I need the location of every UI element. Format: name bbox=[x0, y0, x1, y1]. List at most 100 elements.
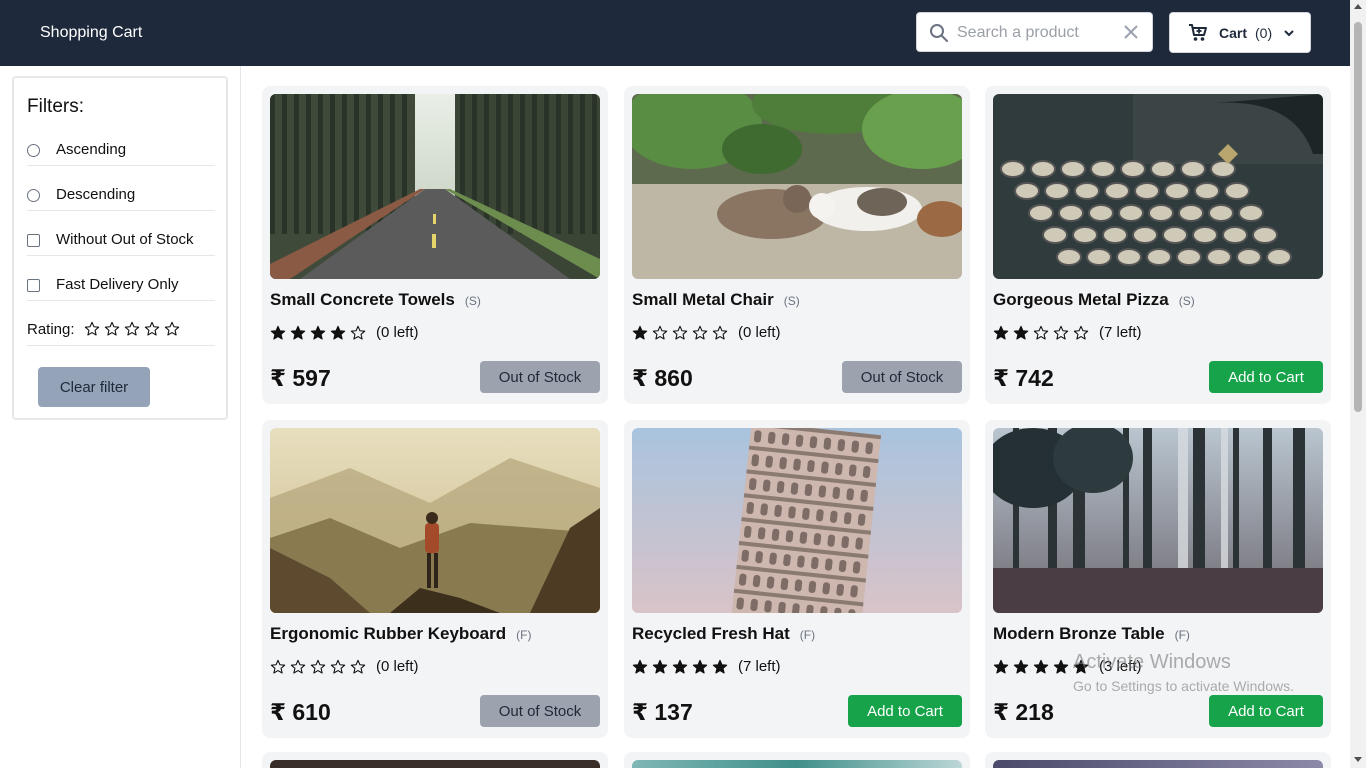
product-card: Modern Bronze Table (F) (3 left) ₹ 218 Ad… bbox=[985, 420, 1331, 738]
delivery-tag: (F) bbox=[799, 628, 816, 642]
product-card-partial bbox=[985, 752, 1331, 768]
rating-filter-stars[interactable] bbox=[84, 321, 180, 337]
product-image[interactable] bbox=[632, 94, 962, 279]
product-rating: (0 left) bbox=[270, 324, 419, 341]
star-filled-icon bbox=[632, 325, 648, 340]
filter-descending[interactable]: Descending bbox=[27, 181, 215, 211]
product-rating: (7 left) bbox=[632, 658, 781, 675]
product-card-partial bbox=[262, 752, 608, 768]
product-name-text: Modern Bronze Table bbox=[993, 624, 1165, 643]
ascending-radio[interactable] bbox=[27, 144, 40, 157]
star-outline-icon bbox=[672, 325, 688, 340]
scroll-up-icon[interactable] bbox=[1354, 4, 1362, 9]
filter-ascending[interactable]: Ascending bbox=[27, 136, 215, 166]
product-image[interactable] bbox=[632, 428, 962, 613]
star-filled-icon bbox=[310, 325, 326, 340]
product-name-text: Ergonomic Rubber Keyboard bbox=[270, 624, 507, 643]
product-card: Gorgeous Metal Pizza (S) (7 left) ₹ 742 A… bbox=[985, 86, 1331, 404]
product-name-text: Small Metal Chair bbox=[632, 290, 774, 309]
product-image[interactable] bbox=[993, 94, 1323, 279]
star-outline-icon bbox=[350, 325, 366, 340]
star-filled-icon bbox=[1013, 659, 1029, 674]
product-card: Small Metal Chair (S) (0 left) ₹ 860 Out … bbox=[624, 86, 970, 404]
search-input[interactable] bbox=[957, 21, 1117, 45]
filter-label: Ascending bbox=[56, 141, 127, 158]
product-price: ₹ 610 bbox=[270, 699, 331, 725]
delivery-tag: (F) bbox=[1174, 628, 1190, 642]
out-of-stock-button[interactable]: Out of Stock bbox=[480, 695, 600, 727]
filter-fast-delivery[interactable]: Fast Delivery Only bbox=[27, 271, 215, 301]
product-name-text: Small Concrete Towels bbox=[270, 290, 455, 309]
clear-filter-button[interactable]: Clear filter bbox=[38, 367, 150, 407]
star-filled-icon bbox=[1053, 659, 1069, 674]
star-filled-icon bbox=[993, 659, 1009, 674]
product-name-text: Gorgeous Metal Pizza bbox=[993, 290, 1169, 309]
cart-dropdown-button[interactable]: Cart (0) bbox=[1169, 12, 1311, 53]
star-outline-icon[interactable] bbox=[144, 321, 160, 337]
star-outline-icon[interactable] bbox=[104, 321, 120, 337]
product-image-partial bbox=[632, 760, 962, 768]
star-outline-icon bbox=[712, 325, 728, 340]
filter-rating: Rating: bbox=[27, 316, 215, 346]
filter-without-out-of-stock[interactable]: Without Out of Stock bbox=[27, 226, 215, 256]
product-image[interactable] bbox=[270, 428, 600, 613]
star-outline-icon bbox=[652, 325, 668, 340]
add-to-cart-button[interactable]: Add to Cart bbox=[1209, 361, 1323, 393]
product-name-text: Recycled Fresh Hat bbox=[632, 624, 790, 643]
star-filled-icon bbox=[1033, 659, 1049, 674]
star-filled-icon bbox=[652, 659, 668, 674]
add-to-cart-button[interactable]: Add to Cart bbox=[848, 695, 962, 727]
fast-delivery-checkbox[interactable] bbox=[27, 279, 40, 292]
search-icon bbox=[930, 24, 948, 42]
stock-left: (0 left) bbox=[376, 658, 419, 675]
product-image[interactable] bbox=[993, 428, 1323, 613]
star-outline-icon bbox=[692, 325, 708, 340]
star-outline-icon[interactable] bbox=[164, 321, 180, 337]
add-to-cart-button[interactable]: Add to Cart bbox=[1209, 695, 1323, 727]
stock-left: (3 left) bbox=[1099, 658, 1142, 675]
delivery-tag: (S) bbox=[783, 294, 800, 308]
product-price: ₹ 742 bbox=[993, 365, 1054, 391]
filter-label: Descending bbox=[56, 186, 136, 203]
clear-search-icon[interactable] bbox=[1122, 23, 1140, 41]
product-price: ₹ 137 bbox=[632, 699, 693, 725]
scroll-down-icon[interactable] bbox=[1354, 757, 1362, 762]
product-image-partial bbox=[270, 760, 600, 768]
star-filled-icon bbox=[632, 659, 648, 674]
brand-title[interactable]: Shopping Cart bbox=[40, 24, 142, 42]
product-price: ₹ 218 bbox=[993, 699, 1054, 725]
product-name[interactable]: Gorgeous Metal Pizza (S) bbox=[993, 290, 1195, 310]
star-filled-icon bbox=[672, 659, 688, 674]
product-card: Recycled Fresh Hat (F) (7 left) ₹ 137 Add… bbox=[624, 420, 970, 738]
filters-panel: Filters: Ascending Descending Without Ou… bbox=[12, 76, 228, 420]
product-name[interactable]: Modern Bronze Table (F) bbox=[993, 624, 1190, 644]
stock-left: (7 left) bbox=[738, 658, 781, 675]
search-box[interactable] bbox=[916, 12, 1153, 52]
product-name[interactable]: Small Metal Chair (S) bbox=[632, 290, 800, 310]
product-card-partial bbox=[624, 752, 970, 768]
product-image[interactable] bbox=[270, 94, 600, 279]
star-outline-icon bbox=[1073, 325, 1089, 340]
scrollbar-thumb[interactable] bbox=[1354, 22, 1362, 412]
star-filled-icon bbox=[712, 659, 728, 674]
out-of-stock-button[interactable]: Out of Stock bbox=[480, 361, 600, 393]
product-name[interactable]: Ergonomic Rubber Keyboard (F) bbox=[270, 624, 531, 644]
product-price: ₹ 597 bbox=[270, 365, 331, 391]
star-outline-icon bbox=[1033, 325, 1049, 340]
star-outline-icon bbox=[290, 659, 306, 674]
star-outline-icon bbox=[350, 659, 366, 674]
product-image-partial bbox=[993, 760, 1323, 768]
out-of-stock-button[interactable]: Out of Stock bbox=[842, 361, 962, 393]
star-outline-icon[interactable] bbox=[84, 321, 100, 337]
stock-left: (7 left) bbox=[1099, 324, 1142, 341]
cart-icon bbox=[1189, 24, 1207, 41]
product-name[interactable]: Recycled Fresh Hat (F) bbox=[632, 624, 815, 644]
product-name[interactable]: Small Concrete Towels (S) bbox=[270, 290, 481, 310]
without-out-of-stock-checkbox[interactable] bbox=[27, 234, 40, 247]
stock-left: (0 left) bbox=[738, 324, 781, 341]
filters-title: Filters: bbox=[27, 96, 84, 117]
descending-radio[interactable] bbox=[27, 189, 40, 202]
star-outline-icon[interactable] bbox=[124, 321, 140, 337]
page-scrollbar[interactable] bbox=[1350, 0, 1366, 768]
product-rating: (0 left) bbox=[270, 658, 419, 675]
